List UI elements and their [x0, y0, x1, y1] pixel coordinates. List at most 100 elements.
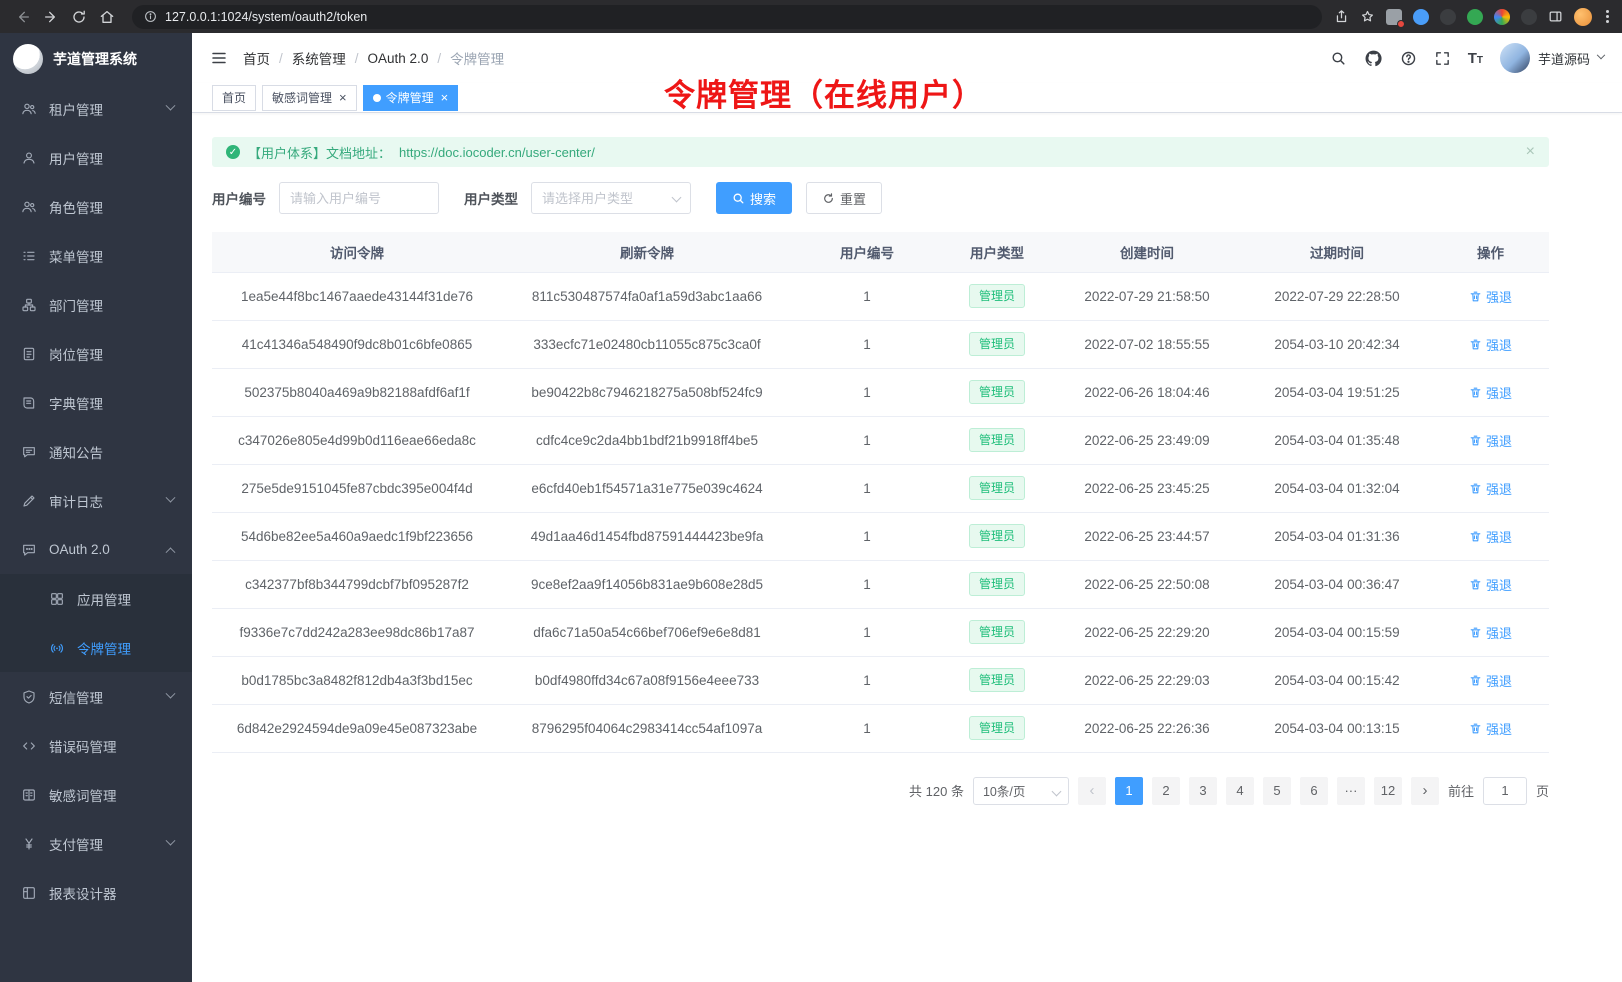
- user-id-input[interactable]: [279, 182, 439, 214]
- sidebar-item-oauth2-app[interactable]: 应用管理: [0, 574, 192, 623]
- extension-colorful-icon[interactable]: [1494, 9, 1510, 25]
- column-header: 操作: [1432, 232, 1549, 272]
- sidebar-item-sms[interactable]: 短信管理: [0, 672, 192, 721]
- sidebar-item-errcode[interactable]: 错误码管理: [0, 721, 192, 770]
- extension-blue-icon[interactable]: [1413, 9, 1429, 25]
- page-size-select[interactable]: 10条/页: [973, 777, 1069, 805]
- tab-close-icon[interactable]: ×: [339, 91, 347, 104]
- sidebar-item-oauth2[interactable]: OAuth 2.0: [0, 525, 192, 574]
- delete-icon: [1469, 434, 1482, 447]
- split-view-icon[interactable]: [1548, 9, 1563, 24]
- tab-close-icon[interactable]: ×: [441, 91, 449, 104]
- search-icon[interactable]: [1330, 50, 1347, 67]
- pagination-prev-button[interactable]: ‹: [1078, 777, 1106, 805]
- breadcrumb-item[interactable]: OAuth 2.0: [368, 51, 429, 66]
- browser-home-icon[interactable]: [94, 4, 120, 30]
- tab-oauth2-token[interactable]: 令牌管理×: [363, 85, 459, 111]
- extension-dark2-icon[interactable]: [1521, 9, 1537, 25]
- pagination-page-5[interactable]: 5: [1263, 777, 1291, 805]
- table-row: 6d842e2924594de9a09e45e087323abe8796295f…: [212, 704, 1549, 752]
- breadcrumb-item[interactable]: 首页: [243, 48, 270, 68]
- chevron-down-icon: [1052, 786, 1062, 796]
- sidebar-item-dict[interactable]: 字典管理: [0, 378, 192, 427]
- sidebar-item-dept[interactable]: 部门管理: [0, 280, 192, 329]
- action-cell: 强退: [1432, 704, 1549, 752]
- browser-forward-icon[interactable]: [38, 4, 64, 30]
- browser-back-icon[interactable]: [10, 4, 36, 30]
- force-logout-link[interactable]: 强退: [1469, 383, 1512, 402]
- force-logout-label: 强退: [1486, 623, 1512, 642]
- sidebar-item-post[interactable]: 岗位管理: [0, 329, 192, 378]
- sidebar-item-audit[interactable]: 审计日志: [0, 476, 192, 525]
- sidebar-item-user[interactable]: 用户管理: [0, 133, 192, 182]
- breadcrumb-item: 令牌管理: [450, 48, 504, 68]
- sidebar-item-label: OAuth 2.0: [49, 542, 110, 557]
- force-logout-link[interactable]: 强退: [1469, 527, 1512, 546]
- help-icon[interactable]: [1400, 50, 1417, 67]
- font-size-icon[interactable]: TT: [1468, 51, 1483, 66]
- chevron-down-icon: [166, 493, 176, 503]
- sidebar-item-tenant[interactable]: 租户管理: [0, 84, 192, 133]
- site-info-icon[interactable]: [144, 10, 157, 23]
- force-logout-link[interactable]: 强退: [1469, 719, 1512, 738]
- sidebar-item-menu[interactable]: 菜单管理: [0, 231, 192, 280]
- address-bar[interactable]: 127.0.0.1:1024/system/oauth2/token: [132, 5, 1322, 29]
- force-logout-link[interactable]: 强退: [1469, 431, 1512, 450]
- pagination-page-12[interactable]: 12: [1374, 777, 1402, 805]
- browser-toolbar-right: [1334, 8, 1612, 26]
- force-logout-link[interactable]: 强退: [1469, 287, 1512, 306]
- force-logout-link[interactable]: 强退: [1469, 479, 1512, 498]
- search-button[interactable]: 搜索: [716, 182, 792, 214]
- app-logo-row[interactable]: 芋道管理系统: [0, 33, 192, 84]
- pagination-ellipsis[interactable]: ···: [1337, 777, 1365, 805]
- reset-button[interactable]: 重置: [806, 182, 882, 214]
- sidebar-item-notice[interactable]: 通知公告: [0, 427, 192, 476]
- alert-close-icon[interactable]: ×: [1526, 144, 1535, 160]
- extension-green-icon[interactable]: [1467, 9, 1483, 25]
- share-icon[interactable]: [1334, 9, 1349, 24]
- fullscreen-icon[interactable]: [1434, 50, 1451, 67]
- user-avatar: [1500, 43, 1530, 73]
- force-logout-link[interactable]: 强退: [1469, 335, 1512, 354]
- sidebar-item-sensitive-word[interactable]: 敏感词管理: [0, 770, 192, 819]
- pagination-page-2[interactable]: 2: [1152, 777, 1180, 805]
- alert-link[interactable]: https://doc.iocoder.cn/user-center/: [399, 145, 595, 160]
- user-type-select[interactable]: [531, 182, 691, 214]
- sidebar-item-label: 审计日志: [49, 491, 103, 511]
- pagination-page-3[interactable]: 3: [1189, 777, 1217, 805]
- sidebar-item-report[interactable]: 报表设计器: [0, 868, 192, 917]
- browser-reload-icon[interactable]: [66, 4, 92, 30]
- extension-puzzle-icon[interactable]: [1386, 9, 1402, 25]
- tabs-bar: 首页敏感词管理×令牌管理×: [192, 83, 1622, 113]
- user-menu[interactable]: 芋道源码: [1500, 43, 1604, 73]
- force-logout-link[interactable]: 强退: [1469, 623, 1512, 642]
- force-logout-link[interactable]: 强退: [1469, 671, 1512, 690]
- chevron-up-icon: [166, 547, 176, 557]
- sidebar-item-role[interactable]: 角色管理: [0, 182, 192, 231]
- sidebar-item-label: 部门管理: [49, 295, 103, 315]
- github-icon[interactable]: [1364, 49, 1383, 68]
- user-type-select-input[interactable]: [531, 182, 691, 214]
- browser-menu-icon[interactable]: [1603, 10, 1612, 23]
- browser-profile-avatar[interactable]: [1574, 8, 1592, 26]
- refresh-token-cell: 333ecfc71e02480cb11055c875c3ca0f: [502, 320, 792, 368]
- tab-sensitive-word[interactable]: 敏感词管理×: [262, 85, 357, 111]
- pagination-page-1[interactable]: 1: [1115, 777, 1143, 805]
- force-logout-link[interactable]: 强退: [1469, 575, 1512, 594]
- pagination-page-4[interactable]: 4: [1226, 777, 1254, 805]
- pagination-next-button[interactable]: ›: [1411, 777, 1439, 805]
- access-token-cell: c347026e805e4d99b0d116eae66eda8c: [212, 416, 502, 464]
- extension-dark-icon[interactable]: [1440, 9, 1456, 25]
- access-token-cell: 502375b8040a469a9b82188afdf6af1f: [212, 368, 502, 416]
- sidebar-item-pay[interactable]: 支付管理: [0, 819, 192, 868]
- tab-home[interactable]: 首页: [212, 85, 256, 111]
- collapse-sidebar-icon[interactable]: [210, 49, 228, 67]
- pagination-goto-input[interactable]: [1483, 777, 1527, 805]
- create-time-cell: 2022-06-25 23:44:57: [1052, 512, 1242, 560]
- breadcrumb-item[interactable]: 系统管理: [292, 48, 346, 68]
- pagination-page-6[interactable]: 6: [1300, 777, 1328, 805]
- chevron-down-icon: [1597, 51, 1605, 59]
- expire-time-cell: 2054-03-04 00:13:15: [1242, 704, 1432, 752]
- bookmark-star-icon[interactable]: [1360, 9, 1375, 24]
- sidebar-item-oauth2-token[interactable]: 令牌管理: [0, 623, 192, 672]
